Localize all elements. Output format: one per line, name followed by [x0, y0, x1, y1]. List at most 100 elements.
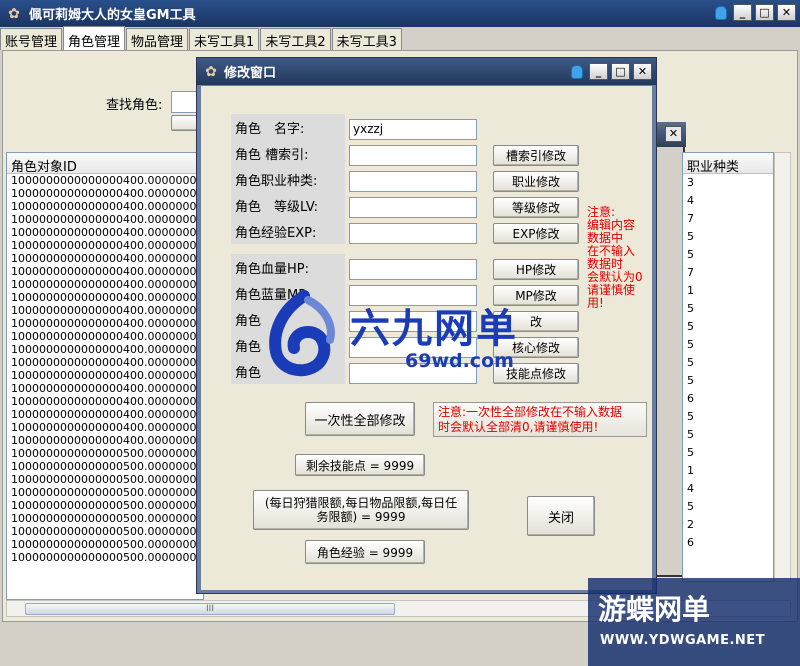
list-header[interactable]: 角色对象ID	[7, 153, 203, 175]
list-item[interactable]: 1000000000000000400.00000000	[7, 174, 203, 187]
list-item[interactable]: 1000000000000000400.00000000	[7, 265, 203, 278]
index-field[interactable]	[349, 145, 477, 166]
list-item[interactable]: 1000000000000000400.00000000	[7, 434, 203, 447]
pin-icon[interactable]	[712, 4, 730, 22]
class-cell[interactable]: 5	[683, 408, 773, 426]
class-cell[interactable]: 6	[683, 534, 773, 552]
watermark2-title: 游蝶网单	[598, 593, 711, 626]
list-item[interactable]: 1000000000000000400.00000000	[7, 213, 203, 226]
level-label: 角色 等级LV:	[235, 200, 319, 215]
list-item[interactable]: 1000000000000000500.00000000	[7, 486, 203, 499]
dialog-controls: _ □ ✕	[568, 63, 652, 81]
list-item[interactable]: 1000000000000000400.00000000	[7, 343, 203, 356]
class-cell[interactable]: 5	[683, 228, 773, 246]
list-item[interactable]: 1000000000000000500.00000000	[7, 460, 203, 473]
job-label: 角色职业种类:	[235, 174, 318, 189]
tab-tool2[interactable]: 未写工具2	[260, 28, 331, 50]
class-cell[interactable]: 5	[683, 246, 773, 264]
list-item[interactable]: 1000000000000000400.00000000	[7, 395, 203, 408]
class-rows: 347557155555655514526	[683, 174, 773, 552]
hp-field[interactable]	[349, 259, 477, 280]
vertical-scrollbar[interactable]	[774, 152, 791, 582]
list-item[interactable]: 1000000000000000400.00000000	[7, 356, 203, 369]
list-item[interactable]: 1000000000000000500.00000000	[7, 447, 203, 460]
close-dialog-button[interactable]: 关闭	[527, 496, 595, 536]
class-cell[interactable]: 2	[683, 516, 773, 534]
list-item[interactable]: 1000000000000000400.00000000	[7, 239, 203, 252]
watermark-ydwgame: 游蝶网单 WWW.YDWGAME.NET	[588, 578, 800, 666]
maximize-button[interactable]: □	[755, 4, 774, 21]
class-column-header[interactable]: 职业种类	[683, 153, 773, 175]
class-cell[interactable]: 5	[683, 444, 773, 462]
pin-icon[interactable]	[568, 63, 586, 81]
list-item[interactable]: 1000000000000000400.00000000	[7, 421, 203, 434]
list-item[interactable]: 1000000000000000400.00000000	[7, 187, 203, 200]
list-item[interactable]: 1000000000000000500.00000000	[7, 512, 203, 525]
hp-label: 角色血量HP:	[235, 262, 309, 277]
class-cell[interactable]: 1	[683, 282, 773, 300]
class-cell[interactable]: 5	[683, 372, 773, 390]
list-item[interactable]: 1000000000000000400.00000000	[7, 252, 203, 265]
hp-modify-button[interactable]: HP修改	[493, 259, 579, 280]
class-cell[interactable]: 6	[683, 390, 773, 408]
skill-points-button[interactable]: 剩余技能点 = 9999	[295, 454, 425, 476]
list-item[interactable]: 1000000000000000500.00000000	[7, 551, 203, 564]
exp-field[interactable]	[349, 223, 477, 244]
minimize-button[interactable]: _	[733, 4, 752, 21]
scroll-thumb[interactable]: III	[25, 603, 395, 615]
background-window-body	[655, 147, 685, 577]
list-item[interactable]: 1000000000000000400.00000000	[7, 200, 203, 213]
class-cell[interactable]: 4	[683, 480, 773, 498]
list-rows: 1000000000000000400.00000000 100000000000…	[7, 174, 203, 564]
list-item[interactable]: 1000000000000000400.00000000	[7, 317, 203, 330]
level-modify-button[interactable]: 等级修改	[493, 197, 579, 218]
list-item[interactable]: 1000000000000000400.00000000	[7, 226, 203, 239]
class-cell[interactable]: 5	[683, 426, 773, 444]
dialog-title: 修改窗口	[224, 66, 277, 81]
class-cell[interactable]: 3	[683, 174, 773, 192]
list-item[interactable]: 1000000000000000500.00000000	[7, 538, 203, 551]
list-item[interactable]: 1000000000000000400.00000000	[7, 382, 203, 395]
exp-modify-button[interactable]: EXP修改	[493, 223, 579, 244]
tab-tool3[interactable]: 未写工具3	[331, 28, 402, 50]
class-cell[interactable]: 4	[683, 192, 773, 210]
index-label: 角色 槽索引:	[235, 148, 309, 163]
class-cell[interactable]: 7	[683, 264, 773, 282]
name-field[interactable]: yxzzj	[349, 119, 477, 140]
list-item[interactable]: 1000000000000000400.00000000	[7, 304, 203, 317]
index-modify-button[interactable]: 槽索引修改	[493, 145, 579, 166]
tab-character[interactable]: 角色管理	[63, 26, 126, 50]
class-cell[interactable]: 5	[683, 318, 773, 336]
class-cell[interactable]: 5	[683, 300, 773, 318]
tab-items[interactable]: 物品管理	[126, 28, 189, 50]
close-button[interactable]: ✕	[633, 63, 652, 80]
list-item[interactable]: 1000000000000000500.00000000	[7, 473, 203, 486]
job-field[interactable]	[349, 171, 477, 192]
class-cell[interactable]: 1	[683, 462, 773, 480]
modify-all-button[interactable]: 一次性全部修改	[305, 402, 415, 436]
list-item[interactable]: 1000000000000000500.00000000	[7, 499, 203, 512]
class-cell[interactable]: 7	[683, 210, 773, 228]
job-modify-button[interactable]: 职业修改	[493, 171, 579, 192]
list-item[interactable]: 1000000000000000400.00000000	[7, 369, 203, 382]
list-item[interactable]: 1000000000000000400.00000000	[7, 408, 203, 421]
character-exp-button[interactable]: 角色经验 = 9999	[305, 540, 425, 564]
daily-limits-button[interactable]: (每日狩猎限额,每日物品限额,每日任务限额) = 9999	[253, 490, 469, 530]
list-item[interactable]: 1000000000000000500.00000000	[7, 525, 203, 538]
level-field[interactable]	[349, 197, 477, 218]
list-item[interactable]: 1000000000000000400.00000000	[7, 330, 203, 343]
search-label: 查找角色:	[106, 98, 163, 113]
class-cell[interactable]: 5	[683, 336, 773, 354]
class-cell[interactable]: 5	[683, 498, 773, 516]
list-item[interactable]: 1000000000000000400.00000000	[7, 291, 203, 304]
maximize-button[interactable]: □	[611, 63, 630, 80]
tab-account[interactable]: 账号管理	[0, 28, 63, 50]
character-id-list[interactable]: 角色对象ID 1000000000000000400.00000000 10000…	[6, 152, 204, 600]
class-cell[interactable]: 5	[683, 354, 773, 372]
minimize-button[interactable]: _	[589, 63, 608, 80]
close-icon[interactable]: ✕	[665, 126, 682, 142]
close-button[interactable]: ✕	[777, 4, 796, 21]
class-column-list[interactable]: 职业种类 347557155555655514526	[682, 152, 774, 582]
tab-tool1[interactable]: 未写工具1	[189, 28, 260, 50]
list-item[interactable]: 1000000000000000400.00000000	[7, 278, 203, 291]
